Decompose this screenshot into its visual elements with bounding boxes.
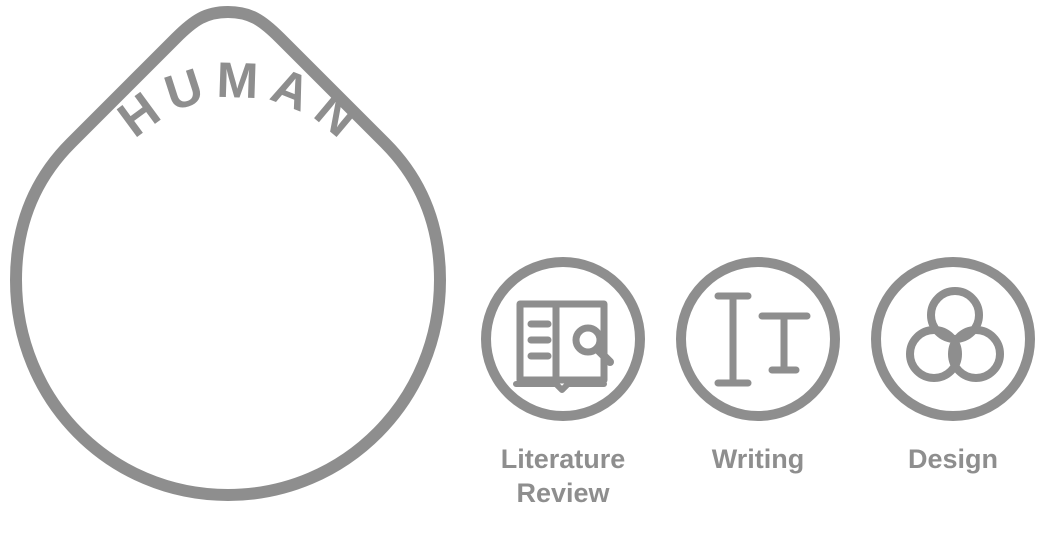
caption-line: Writing	[711, 444, 805, 474]
caption-line: Literature	[500, 444, 626, 474]
caption-line: Design	[907, 444, 999, 474]
tool-caption-writing: Writing	[658, 442, 858, 476]
text-cursor-icon	[676, 257, 840, 421]
human-drop: HUMAN	[10, 6, 446, 501]
tool-caption-design: Design	[853, 442, 1041, 476]
tool-caption-literature-review: Literature Review	[463, 442, 663, 510]
caption-line: Review	[516, 478, 610, 508]
book-search-icon	[481, 257, 645, 421]
venn-circles-icon	[871, 257, 1035, 421]
